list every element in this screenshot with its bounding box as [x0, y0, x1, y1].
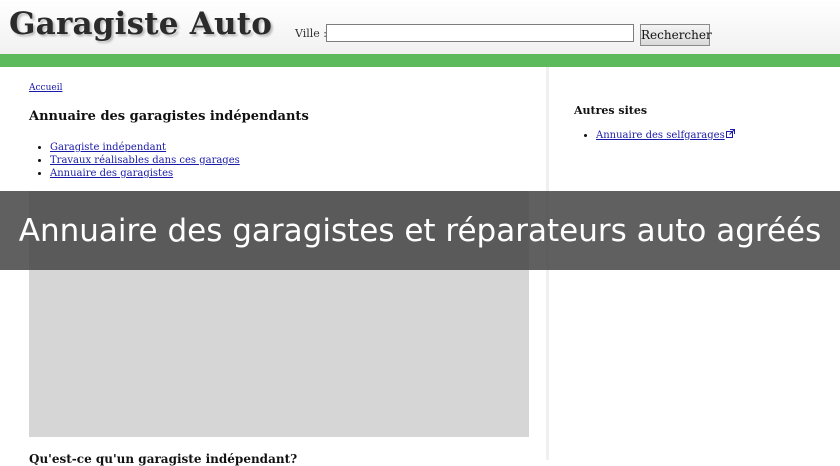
caption-overlay: Annuaire des garagistes et réparateurs a…: [0, 191, 840, 270]
link-garagiste-independant[interactable]: Garagiste indépendant: [50, 142, 166, 153]
search-button[interactable]: Rechercher: [640, 24, 712, 46]
site-logo[interactable]: Garagiste Auto: [9, 6, 272, 42]
list-item: Travaux réalisables dans ces garages: [50, 154, 240, 167]
green-divider-bar: [0, 54, 840, 67]
list-item: Garagiste indépendant: [50, 141, 240, 154]
external-link-icon: [725, 129, 735, 142]
search-label: Ville :: [295, 27, 328, 40]
list-item: Annuaire des garagistes: [50, 167, 240, 180]
page-title: Annuaire des garagistes indépendants: [29, 109, 309, 124]
list-item: Annuaire des selfgarages: [596, 129, 735, 142]
main-link-list: Garagiste indépendant Travaux réalisable…: [29, 141, 240, 180]
search-input[interactable]: [326, 24, 634, 42]
section-heading: Qu'est-ce qu'un garagiste indépendant?: [29, 452, 298, 466]
sidebar-heading: Autres sites: [574, 104, 648, 117]
link-annuaire-garagistes[interactable]: Annuaire des garagistes: [50, 168, 173, 179]
link-travaux-realisables[interactable]: Travaux réalisables dans ces garages: [50, 155, 240, 166]
overlay-caption: Annuaire des garagistes et réparateurs a…: [18, 212, 822, 249]
link-selfgarages[interactable]: Annuaire des selfgarages: [596, 130, 725, 141]
breadcrumb-home-link[interactable]: Accueil: [29, 83, 62, 93]
sidebar-link-list: Annuaire des selfgarages: [574, 129, 735, 142]
site-header: Garagiste Auto Ville : Rechercher: [0, 0, 840, 54]
